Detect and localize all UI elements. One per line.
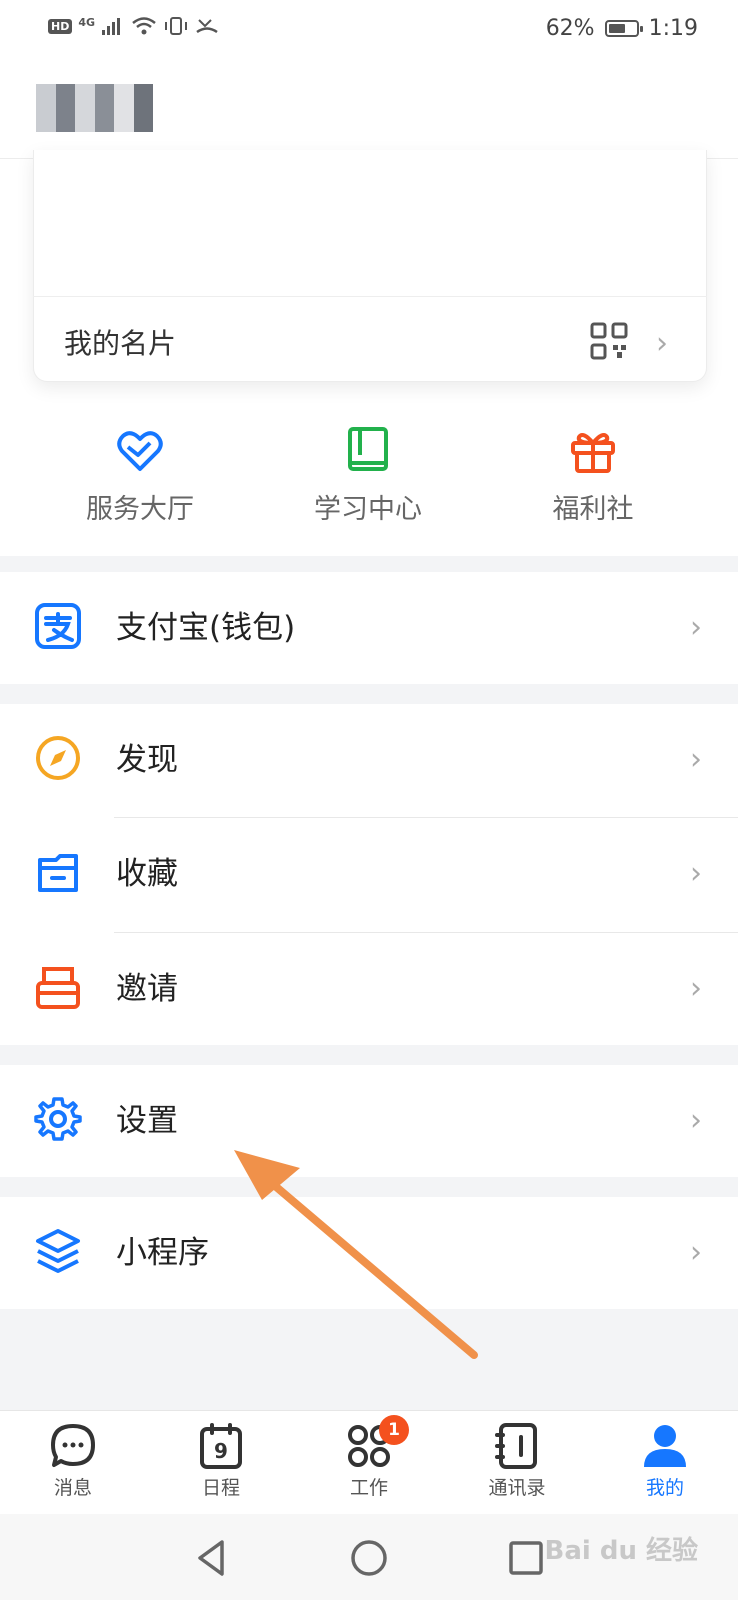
status-icons-right: 62% 1:19 bbox=[546, 16, 698, 41]
menu-label: 小程序 bbox=[116, 1235, 209, 1271]
battery-icon bbox=[604, 20, 643, 37]
nav-label: 通讯录 bbox=[488, 1477, 546, 1499]
vibrate-icon bbox=[165, 17, 188, 35]
section-gap bbox=[0, 684, 738, 704]
chevron-right-icon: › bbox=[690, 610, 702, 645]
menu-row-alipay[interactable]: 支付宝(钱包) › bbox=[0, 572, 738, 684]
recents-icon[interactable] bbox=[502, 1534, 550, 1582]
nav-work[interactable]: 1 工作 bbox=[309, 1415, 429, 1500]
chat-icon bbox=[51, 1424, 95, 1467]
section-gap bbox=[0, 1177, 738, 1197]
menu-row-mini-programs[interactable]: 小程序 › bbox=[0, 1197, 738, 1309]
quick-action-label: 学习中心 bbox=[314, 494, 422, 525]
quick-action-welfare[interactable]: 福利社 bbox=[498, 425, 688, 526]
nav-label: 工作 bbox=[349, 1477, 388, 1499]
chevron-right-icon: › bbox=[690, 856, 702, 891]
layers-icon bbox=[36, 1229, 80, 1273]
menu-row-favorites[interactable]: 收藏 › bbox=[0, 818, 738, 932]
calendar-icon: 9 bbox=[200, 1423, 242, 1469]
book-icon bbox=[348, 427, 388, 471]
home-icon[interactable] bbox=[345, 1534, 393, 1582]
contacts-icon bbox=[495, 1423, 537, 1469]
notification-badge: 1 bbox=[379, 1415, 409, 1445]
missed-call-icon bbox=[196, 19, 218, 34]
alipay-icon bbox=[35, 603, 81, 649]
menu-row-discover[interactable]: 发现 › bbox=[0, 704, 738, 816]
menu-row-settings[interactable]: 设置 › bbox=[0, 1065, 738, 1177]
envelope-icon bbox=[36, 967, 80, 1009]
battery-percent: 62% bbox=[545, 16, 595, 41]
card-chevron-icon[interactable]: › bbox=[656, 326, 668, 361]
hd-indicator: HD bbox=[48, 18, 73, 34]
quick-action-service-hall[interactable]: 服务大厅 bbox=[45, 425, 235, 526]
nav-me[interactable]: 我的 bbox=[605, 1421, 725, 1500]
menu-label: 收藏 bbox=[116, 856, 178, 892]
nav-label: 消息 bbox=[53, 1477, 92, 1499]
chevron-right-icon: › bbox=[690, 1235, 702, 1270]
section-gap bbox=[0, 1045, 738, 1065]
quick-action-learning-center[interactable]: 学习中心 bbox=[273, 425, 463, 526]
wifi-icon bbox=[132, 17, 156, 35]
quick-action-label: 服务大厅 bbox=[86, 494, 194, 525]
menu-row-invite[interactable]: 邀请 › bbox=[0, 933, 738, 1045]
chevron-right-icon: › bbox=[690, 1103, 702, 1138]
nav-label: 日程 bbox=[201, 1477, 240, 1499]
calendar-day: 9 bbox=[214, 1439, 228, 1463]
profile-icon bbox=[644, 1425, 686, 1467]
gift-icon bbox=[571, 433, 615, 473]
heart-hand-icon bbox=[117, 431, 163, 471]
status-icons-left: HD 4G bbox=[48, 16, 219, 36]
signal-icon bbox=[102, 18, 121, 35]
back-icon[interactable] bbox=[188, 1534, 236, 1582]
compass-icon bbox=[36, 736, 80, 780]
watermark: Bai du 经验 bbox=[544, 1536, 699, 1566]
nav-contacts[interactable]: 通讯录 bbox=[457, 1421, 577, 1500]
chevron-right-icon: › bbox=[690, 971, 702, 1006]
nav-schedule[interactable]: 9 日程 bbox=[161, 1421, 281, 1500]
network-label: 4G bbox=[78, 15, 96, 29]
chevron-right-icon: › bbox=[690, 742, 702, 777]
clock: 1:19 bbox=[648, 16, 698, 41]
battery-fill bbox=[608, 24, 625, 33]
quick-action-label: 福利社 bbox=[552, 494, 634, 525]
status-bar: HD 4G 62% 1:19 bbox=[0, 0, 738, 62]
menu-label: 设置 bbox=[116, 1103, 178, 1139]
gear-icon bbox=[34, 1097, 82, 1141]
menu-label: 发现 bbox=[116, 742, 178, 778]
nav-label: 我的 bbox=[645, 1477, 684, 1499]
menu-label: 邀请 bbox=[116, 971, 178, 1007]
nav-messages[interactable]: 消息 bbox=[13, 1421, 133, 1500]
section-gap bbox=[0, 556, 738, 572]
my-card-label[interactable]: 我的名片 bbox=[64, 322, 176, 362]
card-divider bbox=[33, 296, 707, 297]
menu-label: 支付宝(钱包) bbox=[116, 610, 296, 646]
bottom-nav: 消息 9 日程 1 工作 通讯录 我的 bbox=[0, 1410, 738, 1515]
folder-icon bbox=[38, 854, 78, 892]
page-bottom-gap bbox=[0, 1309, 738, 1410]
blurred-username bbox=[36, 84, 158, 132]
qr-code-icon[interactable] bbox=[590, 322, 628, 360]
